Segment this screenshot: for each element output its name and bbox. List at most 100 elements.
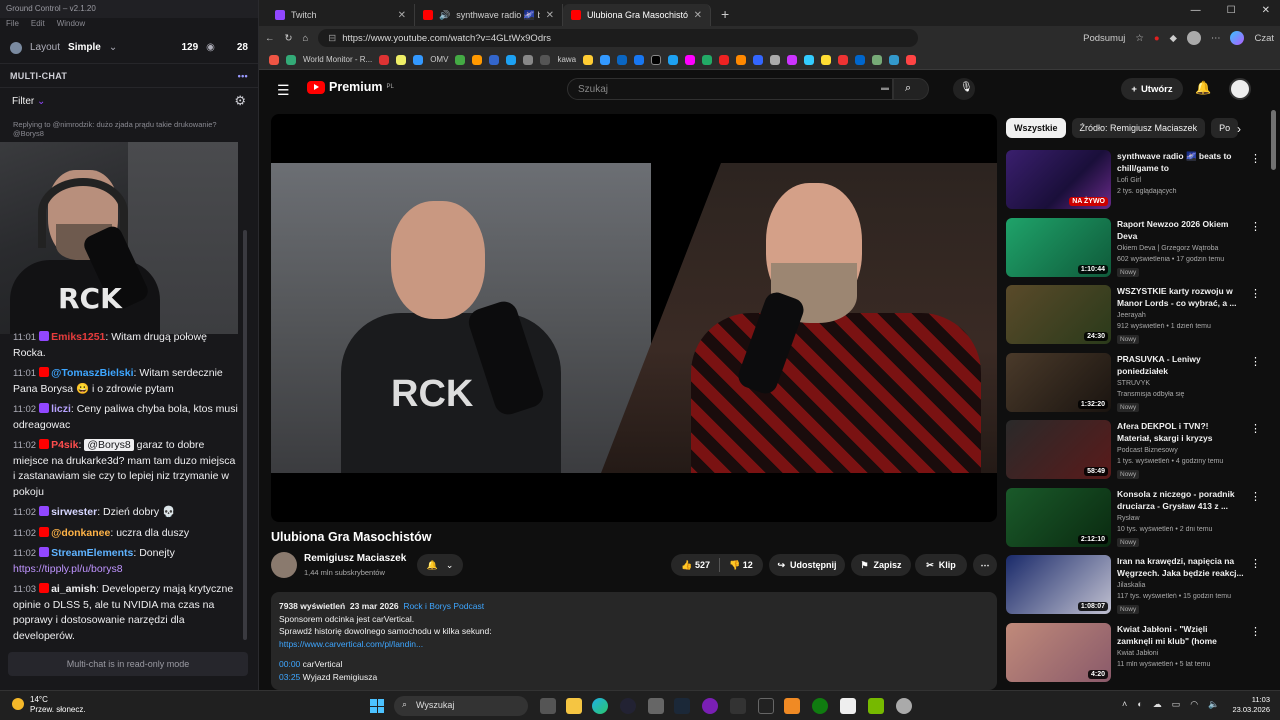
bookmark-icon[interactable] xyxy=(821,54,832,65)
voice-search-button[interactable]: 🎙 xyxy=(953,78,975,100)
wifi-icon[interactable]: ◠ xyxy=(1190,699,1198,710)
video-thumbnail[interactable]: NA ŻYWO xyxy=(1006,150,1111,209)
recommended-title[interactable]: Konsola z niczego - poradnik druciarza -… xyxy=(1117,488,1245,512)
speaker-icon[interactable]: 🔊 xyxy=(439,10,450,21)
video-thumbnail[interactable]: 1:10:44 xyxy=(1006,217,1111,277)
copilot-icon[interactable] xyxy=(1230,31,1245,45)
gear-icon[interactable]: ⚙ xyxy=(234,93,246,109)
recommended-title[interactable]: Iran na krawędzi, napięcia na Węgrzech. … xyxy=(1117,555,1245,579)
more-vert-icon[interactable]: ⋮ xyxy=(1250,557,1261,570)
gc-menu-edit[interactable]: Edit xyxy=(31,19,45,31)
file-explorer-icon[interactable] xyxy=(566,698,582,714)
chapter-timestamp[interactable]: 03:25 xyxy=(279,672,300,682)
video-frame[interactable]: RCK xyxy=(271,163,997,473)
bookmark-icon[interactable] xyxy=(872,54,883,65)
chevron-right-icon[interactable]: › xyxy=(1237,122,1241,136)
recommended-title[interactable]: PRASUVKA - Leniwy poniedziałek xyxy=(1117,353,1245,377)
bookmark-icon[interactable] xyxy=(396,54,407,65)
bookmark-icon[interactable] xyxy=(736,54,747,65)
channel-name[interactable]: Remigiusz Maciaszek xyxy=(304,553,406,564)
bookmark-world-monitor[interactable]: World Monitor - R... xyxy=(303,55,372,64)
bookmark-icon[interactable] xyxy=(906,54,917,65)
recommended-video[interactable]: 4:20 Kwiat Jabłoni - "Wzięli zamknęli mi … xyxy=(1006,622,1268,685)
channel-avatar[interactable] xyxy=(271,552,297,578)
nvidia-icon[interactable] xyxy=(868,698,884,714)
video-thumbnail[interactable]: 1:08:07 xyxy=(1006,555,1111,614)
recommended-title[interactable]: Kwiat Jabłoni - "Wzięli zamknęli mi klub… xyxy=(1117,623,1245,647)
edge-icon[interactable] xyxy=(592,698,608,714)
site-info-icon[interactable]: ⊟ xyxy=(328,33,336,44)
bookmark-icon[interactable] xyxy=(889,54,900,65)
video-thumbnail[interactable]: 4:20 xyxy=(1006,622,1111,682)
tab-twitch[interactable]: Twitch ✕ xyxy=(267,4,415,26)
weather-widget[interactable]: 14°C Przew. słonecz. xyxy=(12,695,86,715)
bookmark-icon[interactable] xyxy=(855,54,866,65)
start-button[interactable] xyxy=(370,699,384,713)
extension-icon[interactable]: ● xyxy=(1154,33,1160,44)
bookmark-icon[interactable] xyxy=(489,54,500,65)
more-vert-icon[interactable]: ⋮ xyxy=(1250,220,1261,233)
bookmark-icon[interactable] xyxy=(472,54,483,65)
bookmark-icon[interactable] xyxy=(838,54,849,65)
recommended-channel[interactable]: Lofi Girl xyxy=(1117,177,1141,184)
recommended-channel[interactable]: Jeerayah xyxy=(1117,312,1146,319)
more-vert-icon[interactable]: ⋮ xyxy=(1250,422,1261,435)
profile-avatar[interactable] xyxy=(1186,31,1201,45)
notifications-bell-icon[interactable]: 🔔 xyxy=(1195,80,1211,96)
copilot-label[interactable]: Czat xyxy=(1254,33,1274,44)
bookmark-icon[interactable] xyxy=(787,54,798,65)
bookmark-icon[interactable] xyxy=(685,54,696,65)
app-icon[interactable] xyxy=(784,698,800,714)
bookmark-icon[interactable] xyxy=(804,54,815,65)
chat-username[interactable]: @TomaszBielski xyxy=(51,367,133,379)
account-avatar[interactable] xyxy=(1229,78,1251,100)
save-button[interactable]: ⚑ Zapisz xyxy=(851,554,911,576)
recommended-channel[interactable]: STRUVYK xyxy=(1117,380,1150,387)
hashtag-link[interactable]: Rock i Borys Podcast xyxy=(403,601,484,611)
recommended-video[interactable]: 2:12:10 Konsola z niczego - poradnik druc… xyxy=(1006,487,1268,550)
star-icon[interactable]: ☆ xyxy=(1135,33,1144,44)
chapter-timestamp[interactable]: 00:00 xyxy=(279,659,300,669)
task-view-icon[interactable] xyxy=(540,698,556,714)
app-icon[interactable] xyxy=(702,698,718,714)
tab-current-video[interactable]: Ulubiona Gra Masochistów - YouTu ✕ xyxy=(563,4,711,26)
recommended-title[interactable]: Afera DEKPOL i TVN?! Materiał, skargi i … xyxy=(1117,420,1245,444)
video-thumbnail[interactable]: 24:30 xyxy=(1006,285,1111,344)
share-button[interactable]: ↪ Udostępnij xyxy=(769,554,845,576)
bookmark-icon[interactable] xyxy=(651,54,662,65)
bookmark-icon[interactable] xyxy=(702,54,713,65)
gc-menu-file[interactable]: File xyxy=(6,19,19,31)
recommended-channel[interactable]: Jilaskalia xyxy=(1117,582,1145,589)
recommended-channel[interactable]: Okiem Deva | Grzegorz Wątroba xyxy=(1117,245,1218,252)
sponsor-link[interactable]: https://www.carvertical.com/pl/landin... xyxy=(279,638,989,651)
chat-username[interactable]: liczi xyxy=(51,403,71,415)
bookmark-icon[interactable] xyxy=(523,54,534,65)
layout-select[interactable]: Simple xyxy=(68,42,101,53)
chevron-down-icon[interactable]: ⌄ xyxy=(109,42,117,53)
more-vert-icon[interactable]: ⋮ xyxy=(1250,152,1261,165)
bookmark-icon[interactable] xyxy=(719,54,730,65)
mention-tag[interactable]: @Borys8 xyxy=(84,439,134,451)
more-vert-icon[interactable]: ⋮ xyxy=(1250,355,1261,368)
bookmark-omv[interactable]: OMV xyxy=(430,55,448,64)
volume-icon[interactable]: 🔈 xyxy=(1208,699,1219,710)
clock[interactable]: 11:03 23.03.2026 xyxy=(1232,695,1270,715)
recommended-video[interactable]: 1:08:07 Iran na krawędzi, napięcia na Węg… xyxy=(1006,555,1268,617)
chat-username[interactable]: @donkanee xyxy=(51,527,110,539)
recommended-video[interactable]: 1:10:44 Raport Newzoo 2026 Okiem Deva Okie… xyxy=(1006,217,1268,280)
chip-all[interactable]: Wszystkie xyxy=(1006,118,1066,138)
filter-button[interactable]: Filter ⌄ xyxy=(12,96,45,107)
dislike-button[interactable]: 👎 12 xyxy=(729,560,753,571)
recommended-channel[interactable]: Rysław xyxy=(1117,515,1140,522)
recommended-video[interactable]: 1:32:20 PRASUVKA - Leniwy poniedziałek STR… xyxy=(1006,352,1268,415)
more-vert-icon[interactable]: ⋮ xyxy=(1250,490,1261,503)
terminal-icon[interactable] xyxy=(758,698,774,714)
close-window-icon[interactable]: ✕ xyxy=(1262,5,1270,16)
chat-username[interactable]: ai_amish xyxy=(51,583,96,595)
bookmark-kawa[interactable]: kawa xyxy=(557,55,576,64)
bookmark-icon[interactable] xyxy=(286,54,296,65)
recommended-video[interactable]: NA ŻYWO synthwave radio 🌌 beats to chill/… xyxy=(1006,150,1268,212)
close-icon[interactable]: ✕ xyxy=(398,10,406,21)
chip-source-channel[interactable]: Źródło: Remigiusz Maciaszek xyxy=(1071,118,1206,138)
maps-icon[interactable] xyxy=(730,698,746,714)
